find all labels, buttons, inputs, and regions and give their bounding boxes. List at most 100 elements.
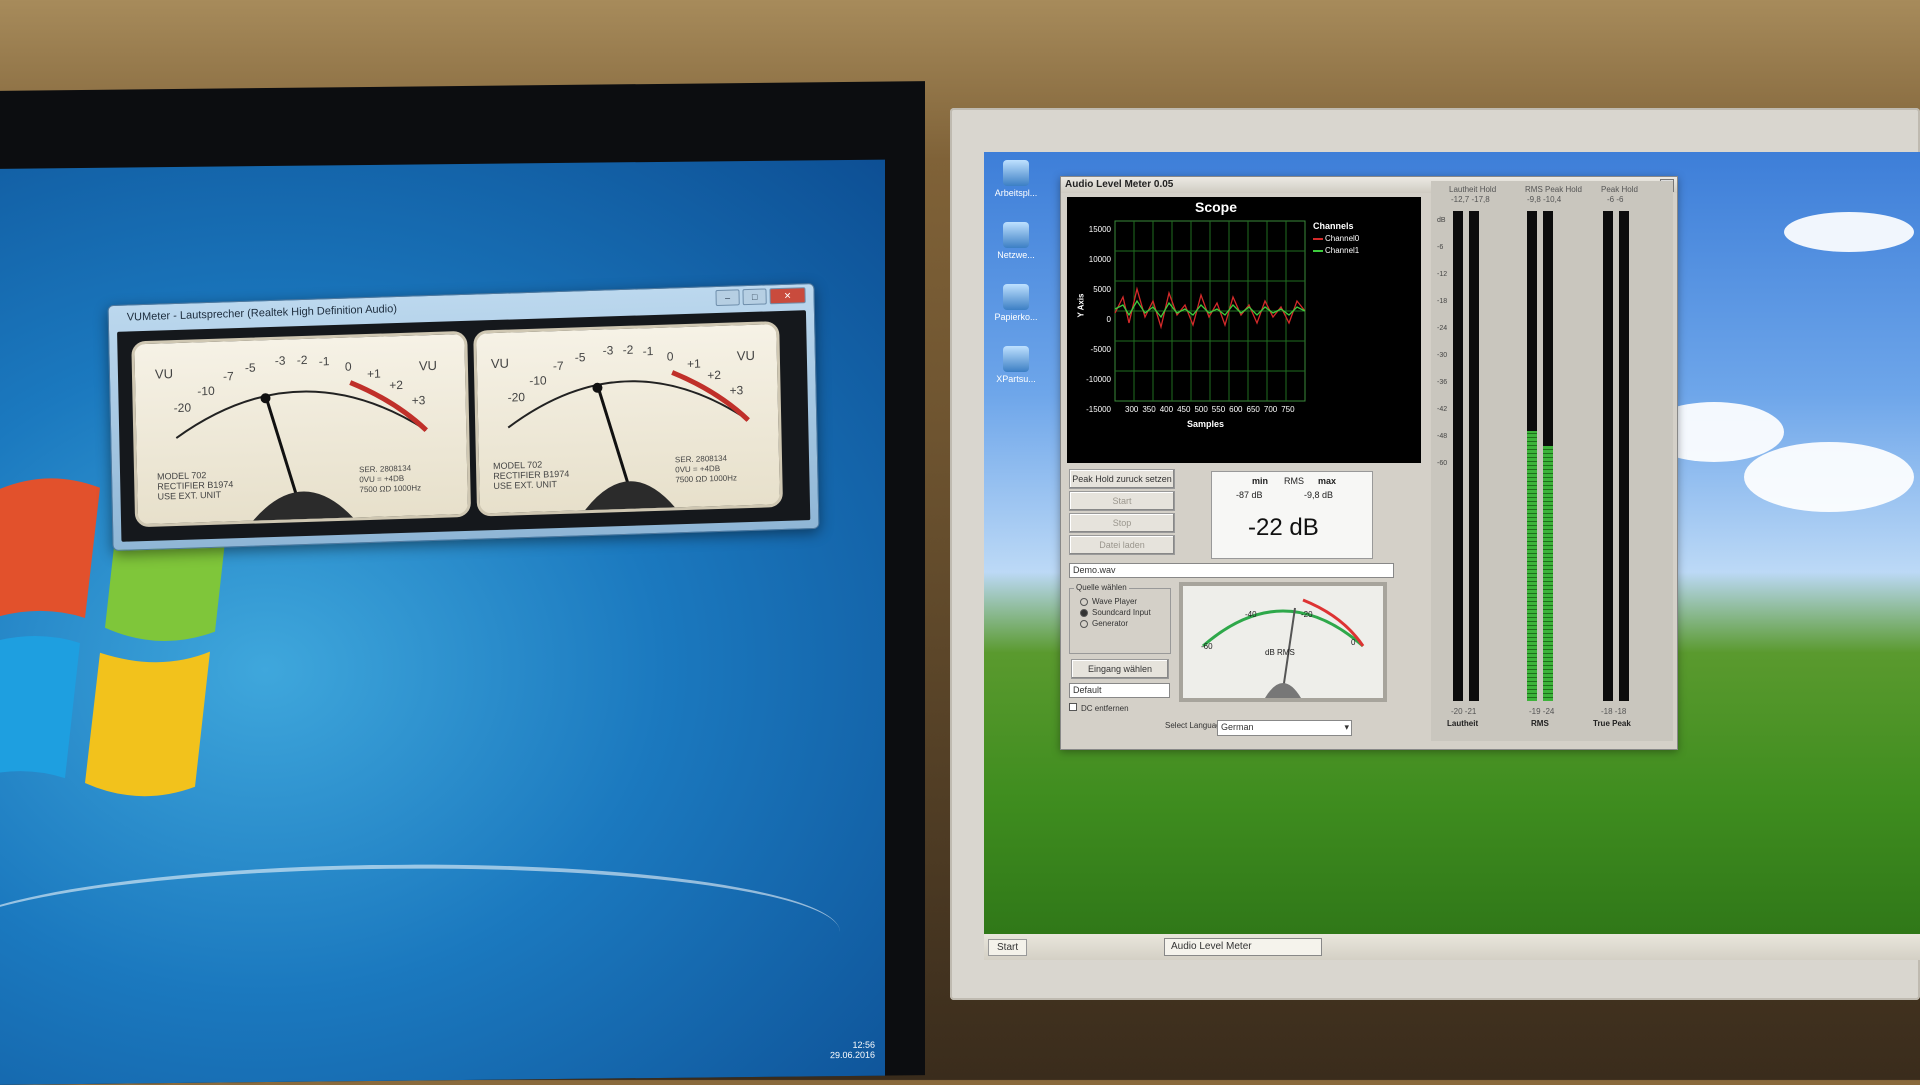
scale-label: 0 <box>344 359 352 374</box>
scale-tick: -60 <box>1437 460 1448 467</box>
scale-tick: -18 <box>1437 298 1448 305</box>
start-button[interactable]: Start <box>1069 491 1175 511</box>
level-meter-bar <box>1469 211 1479 701</box>
dial-label: 0 <box>1351 638 1356 647</box>
y-tick: 0 <box>1106 315 1111 324</box>
x-ticks: 300 350 400 450 500 550 600 650 700 750 <box>1125 405 1295 414</box>
language-dropdown[interactable]: German ▾ <box>1217 720 1352 736</box>
radio-soundcard-input[interactable]: Soundcard Input <box>1080 608 1170 617</box>
meter-header-values: -12,7 -17,8 <box>1451 195 1490 204</box>
desktop-icon-network[interactable]: Netzwe... <box>988 222 1044 260</box>
system-tray-clock[interactable]: 12:56 29.06.2016 <box>830 1040 875 1060</box>
peak-hold-reset-button[interactable]: Peak Hold zuruck setzen <box>1069 469 1175 489</box>
xp-taskbar: Start Audio Level Meter <box>984 934 1920 960</box>
taskbar-item-audio-level-meter[interactable]: Audio Level Meter <box>1164 938 1322 956</box>
scale-tick: dB <box>1437 217 1446 224</box>
scale-label: VU <box>418 357 438 374</box>
x-tick: 300 <box>1125 405 1139 414</box>
cloud <box>1784 212 1914 252</box>
meter-footer-label: True Peak <box>1593 719 1631 728</box>
meter-footer-values: -19 -24 <box>1529 707 1555 716</box>
desktop-icon-computer[interactable]: Arbeitspl... <box>988 160 1044 198</box>
scope-chart <box>1114 220 1323 402</box>
min-value: -87 dB <box>1236 490 1263 500</box>
device-field[interactable]: Default <box>1069 683 1170 698</box>
scale-label: -10 <box>529 373 547 388</box>
meter-header-title: Lautheit Hold <box>1449 185 1497 194</box>
scale-tick: -42 <box>1437 406 1448 413</box>
legend-title: Channels <box>1313 221 1354 231</box>
radio-generator[interactable]: Generator <box>1080 619 1170 628</box>
model-text: MODEL 702 RECTIFIER B1974 USE EXT. UNIT <box>157 470 234 502</box>
meter-footer-values: -20 -21 <box>1451 707 1477 716</box>
maximize-button[interactable]: □ <box>742 288 767 306</box>
y-tick: -5000 <box>1090 345 1111 354</box>
app-icon <box>1003 346 1029 372</box>
radio-wave-player[interactable]: Wave Player <box>1080 597 1170 606</box>
legend-channel0: Channel0 <box>1325 234 1360 243</box>
vumeter-body: VU -20 -10 -7 -5 -3 -2 -1 0 +1 +2 +3 VU … <box>117 310 811 542</box>
meter-header-values: -9,8 -10,4 <box>1527 195 1562 204</box>
meter-footer-label: Lautheit <box>1447 719 1479 728</box>
dial-unit: dB RMS <box>1265 648 1295 657</box>
audio-level-meter-window[interactable]: Audio Level Meter 0.05 x <box>1060 176 1678 750</box>
scale-label: +2 <box>389 377 404 393</box>
x-tick: 350 <box>1142 405 1156 414</box>
level-meter-bar <box>1453 211 1463 701</box>
scale-label: -5 <box>574 350 586 365</box>
max-label: max <box>1318 476 1337 486</box>
minimize-button[interactable]: – <box>715 289 740 307</box>
desktop-icon-recycle-bin[interactable]: Papierko... <box>988 284 1044 322</box>
scope-panel: Scope Channels Channel0 Channel1 Y Axis … <box>1067 197 1421 463</box>
scale-label: -5 <box>244 360 256 375</box>
level-meter-bar <box>1619 211 1629 701</box>
start-button[interactable]: Start <box>988 939 1028 956</box>
scale-label: +3 <box>729 383 744 398</box>
clock-date: 29.06.2016 <box>829 1049 875 1061</box>
rms-label: RMS <box>1284 476 1304 486</box>
scale-label: 0 <box>666 349 674 364</box>
checkbox-icon <box>1069 703 1077 711</box>
x-tick: 500 <box>1194 405 1208 414</box>
meter-header-title: RMS Peak Hold <box>1525 185 1582 194</box>
meter-footer-label: RMS <box>1531 719 1549 728</box>
source-group-title: Quelle wählen <box>1074 583 1129 592</box>
recycle-bin-icon <box>1003 284 1029 310</box>
dial-label: -20 <box>1301 610 1313 619</box>
load-file-button[interactable]: Datei laden <box>1069 535 1175 555</box>
x-tick: 550 <box>1211 405 1226 414</box>
scale-label: -7 <box>222 369 234 384</box>
model-text: MODEL 702 RECTIFIER B1974 USE EXT. UNIT <box>492 459 570 492</box>
scale-tick: -30 <box>1437 352 1448 359</box>
x-axis-label: Samples <box>1187 419 1225 429</box>
legend-channel1: Channel1 <box>1325 246 1360 255</box>
scale-label: -1 <box>318 354 330 369</box>
stop-button[interactable]: Stop <box>1069 513 1175 533</box>
scale-tick: -36 <box>1437 379 1448 386</box>
close-button[interactable]: ✕ <box>769 287 806 305</box>
dial-label: -40 <box>1245 610 1257 619</box>
radio-selected-icon <box>1080 608 1088 617</box>
y-ticks: 15000 10000 5000 0 -5000 -10000 -15000 <box>1077 215 1111 425</box>
level-meter-bar <box>1527 211 1537 701</box>
vu-meter-right: VU -20 -10 -7 -5 -3 -2 -1 0 +1 +2 +3 VU … <box>473 321 784 517</box>
scale-tick: -6 <box>1437 244 1444 251</box>
scale-tick: -24 <box>1437 325 1448 332</box>
scale-label: -20 <box>507 390 526 405</box>
desktop-icon-xpartsu[interactable]: XPartsu... <box>988 346 1044 384</box>
scale-tick: -48 <box>1437 433 1448 440</box>
scale-label: +1 <box>686 356 701 371</box>
radio-icon <box>1080 619 1088 628</box>
meter-header-title: Peak Hold <box>1601 185 1638 194</box>
level-meter-bar <box>1543 211 1553 701</box>
y-tick: -15000 <box>1086 405 1111 414</box>
select-input-button[interactable]: Eingang wählen <box>1071 659 1169 679</box>
scale-label: +3 <box>411 393 426 408</box>
dc-remove-checkbox[interactable]: DC entfernen <box>1069 703 1129 713</box>
network-icon <box>1003 222 1029 248</box>
file-path-field[interactable]: Demo.wav <box>1069 563 1394 578</box>
x-tick: 750 <box>1281 405 1295 414</box>
vumeter-window[interactable]: VUMeter - Lautsprecher (Realtek High Def… <box>107 282 820 552</box>
window-title: VUMeter - Lautsprecher (Realtek High Def… <box>126 303 398 324</box>
max-value: -9,8 dB <box>1304 490 1334 500</box>
